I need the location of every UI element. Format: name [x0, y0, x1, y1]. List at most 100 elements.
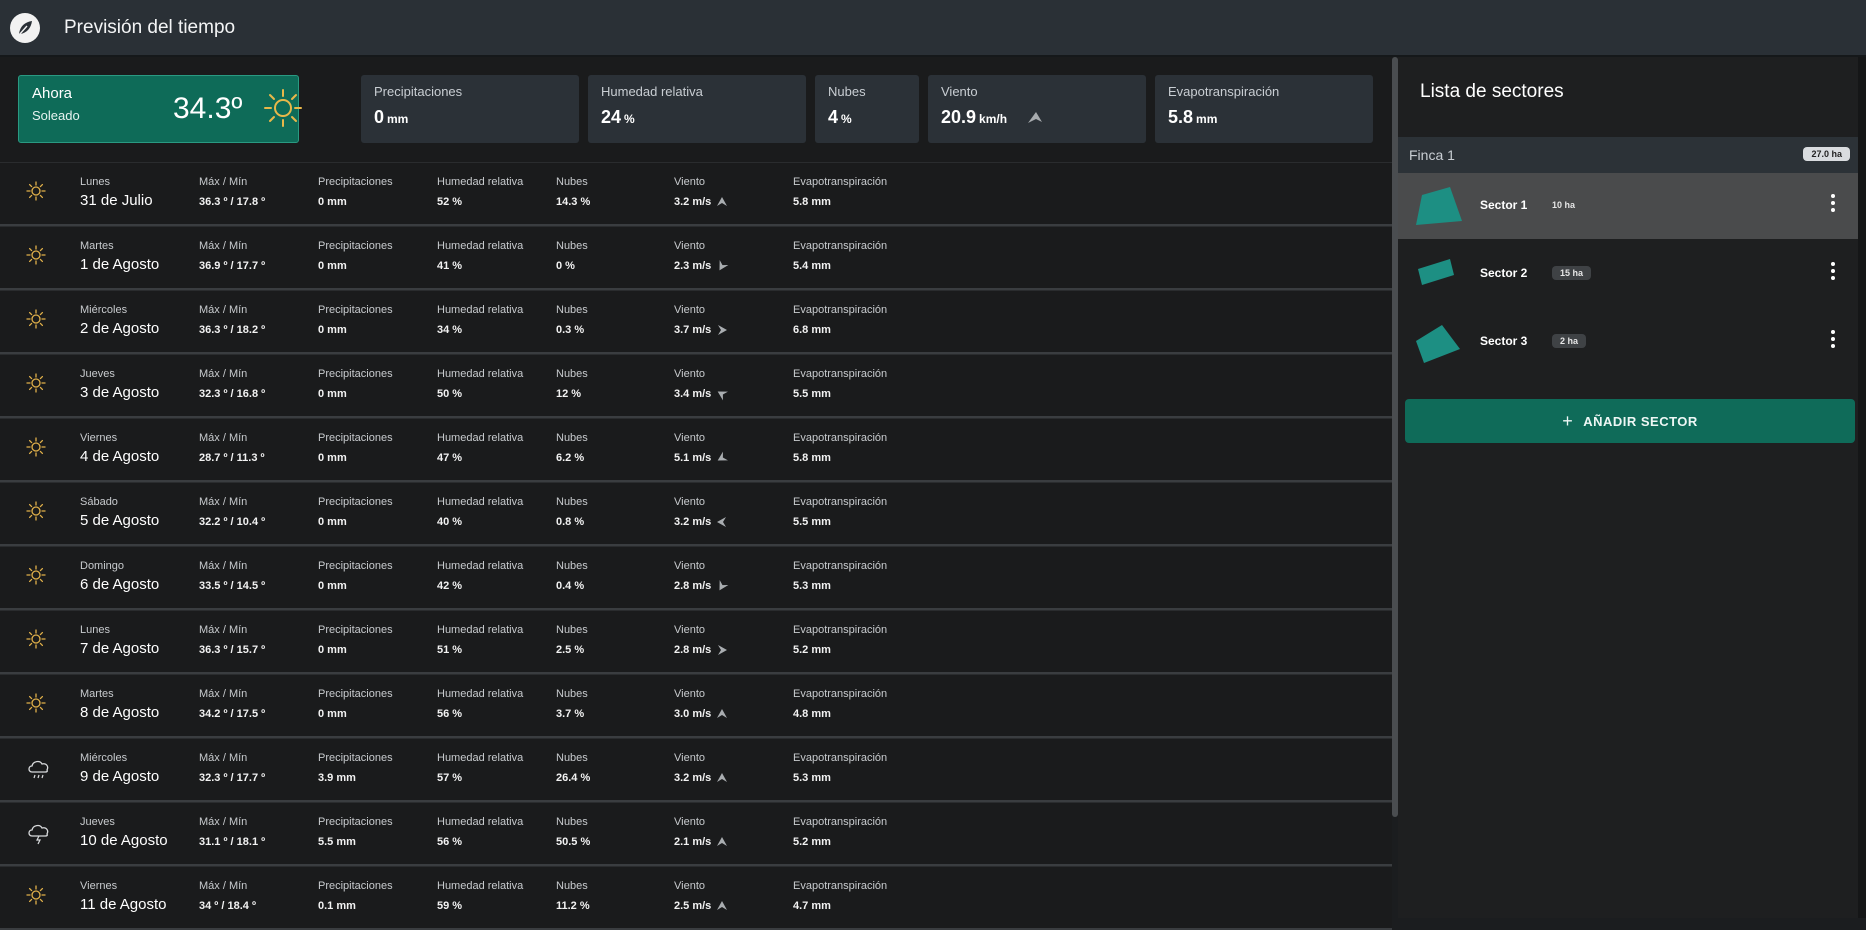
sector-item-1[interactable]: Sector 1 10 ha [1398, 173, 1858, 239]
more-options-icon[interactable] [1830, 193, 1836, 213]
maxmin-value: 32.3 º / 16.8 º [199, 388, 266, 400]
precip-value: 5.5 mm [318, 836, 356, 848]
day-name: Viernes [80, 880, 118, 892]
humidity-cell: Humedad relativa 59 % [437, 880, 523, 912]
wind-value: 3.4 m/s [674, 388, 712, 400]
day-name: Martes [80, 240, 114, 252]
farm-header[interactable]: Finca 1 27.0 ha [1398, 137, 1858, 173]
wind-label: Viento [674, 368, 705, 380]
wind-value: 3.2 m/s [674, 516, 712, 528]
evap-cell: Evapotranspiración 5.2 mm [793, 624, 887, 656]
clouds-value: 12 % [556, 388, 582, 400]
wind-cell: Viento 2.5 m/s [674, 880, 728, 912]
day-cell: Domingo 6 de Agosto [80, 560, 159, 593]
sectors-sidebar: Lista de sectores Finca 1 27.0 ha Sector… [1398, 57, 1866, 918]
precip-card-label: Precipitaciones [374, 84, 463, 99]
maxmin-value: 36.3 º / 17.8 º [199, 196, 266, 208]
humidity-value: 59 % [437, 900, 463, 912]
sun-icon [26, 181, 46, 206]
evap-label: Evapotranspiración [793, 560, 888, 572]
wind-label: Viento [674, 432, 705, 444]
maxmin-cell: Máx / Mín 33.5 º / 14.5 º [199, 560, 265, 592]
humidity-value: 57 % [437, 772, 463, 784]
add-sector-button[interactable]: + AÑADIR SECTOR [1405, 399, 1855, 443]
sector-item-2[interactable]: Sector 2 15 ha [1398, 241, 1858, 307]
precip-cell: Precipitaciones 0 mm [318, 240, 393, 272]
forecast-row[interactable]: Jueves 10 de Agosto Máx / Mín 31.1 º / 18.1… [0, 802, 1392, 866]
humidity-label: Humedad relativa [437, 432, 524, 444]
precip-value: 0 mm [318, 388, 347, 400]
wind-direction-icon [717, 773, 728, 783]
wind-direction-icon [718, 645, 728, 656]
wind-card-label: Viento [941, 84, 978, 99]
precip-label: Precipitaciones [318, 880, 393, 892]
forecast-row[interactable]: Viernes 11 de Agosto Máx / Mín 34 º / 18.4 … [0, 866, 1392, 930]
sector-name: Sector 3 [1480, 334, 1528, 348]
wind-value: 5.1 m/s [674, 452, 712, 464]
day-cell: Viernes 11 de Agosto [80, 880, 166, 913]
day-date: 3 de Agosto [80, 384, 160, 401]
wind-value: 3.0 m/s [674, 708, 712, 720]
maxmin-cell: Máx / Mín 34 º / 18.4 º [199, 880, 256, 912]
forecast-row[interactable]: Domingo 6 de Agosto Máx / Mín 33.5 º / 14.5… [0, 546, 1392, 610]
farm-name: Finca 1 [1409, 147, 1455, 163]
forecast-row[interactable]: Miércoles 9 de Agosto Máx / Mín 32.3 º / 17… [0, 738, 1392, 802]
wind-direction-icon [717, 837, 728, 847]
forecast-panel: Ahora Soleado 34.3º Precipitaciones 0mm [0, 57, 1392, 930]
wind-value: 3.2 m/s [674, 196, 712, 208]
precip-cell: Precipitaciones 0 mm [318, 368, 393, 400]
evap-value: 5.3 mm [793, 580, 831, 592]
wind-card-unit: km/h [979, 112, 1008, 126]
humidity-cell: Humedad relativa 57 % [437, 752, 523, 784]
more-options-icon[interactable] [1830, 329, 1836, 349]
clouds-card-unit: % [841, 112, 852, 126]
maxmin-value: 32.3 º / 17.7 º [199, 772, 266, 784]
day-name: Viernes [80, 432, 118, 444]
wind-label: Viento [674, 240, 705, 252]
wind-direction-icon [717, 901, 728, 911]
clouds-label: Nubes [556, 624, 588, 636]
evap-card-value: 5.8 [1168, 107, 1194, 127]
sector-item-3[interactable]: Sector 3 2 ha [1398, 309, 1858, 375]
farm-area-badge: 27.0 ha [1803, 147, 1850, 161]
forecast-row[interactable]: Martes 1 de Agosto Máx / Mín 36.9 º / 17.7 … [0, 226, 1392, 290]
forecast-row[interactable]: Lunes 7 de Agosto Máx / Mín 36.3 º / 15.7 º… [0, 610, 1392, 674]
forecast-row[interactable]: Miércoles 2 de Agosto Máx / Mín 36.3 º / 18… [0, 290, 1392, 354]
evap-label: Evapotranspiración [793, 304, 888, 316]
maxmin-label: Máx / Mín [199, 624, 248, 636]
current-temperature: 34.3º [173, 92, 243, 125]
precip-cell: Precipitaciones 3.9 mm [318, 752, 393, 784]
clouds-label: Nubes [556, 880, 588, 892]
wind-value: 3.7 m/s [674, 324, 712, 336]
wind-card: Viento 20.9 km/h [928, 75, 1146, 143]
evap-cell: Evapotranspiración 5.8 mm [793, 432, 887, 464]
evap-card: Evapotranspiración 5.8 mm [1155, 75, 1373, 143]
clouds-label: Nubes [556, 176, 588, 188]
forecast-row[interactable]: Jueves 3 de Agosto Máx / Mín 32.3 º / 16.8 … [0, 354, 1392, 418]
leaf-logo-icon[interactable] [10, 12, 40, 43]
evap-value: 5.5 mm [793, 516, 831, 528]
evap-value: 5.4 mm [793, 260, 831, 272]
sun-icon [26, 245, 46, 270]
wind-cell: Viento 3.7 m/s [674, 304, 728, 336]
evap-label: Evapotranspiración [793, 368, 888, 380]
precip-cell: Precipitaciones 0 mm [318, 304, 393, 336]
wind-label: Viento [674, 816, 705, 828]
evap-cell: Evapotranspiración 5.4 mm [793, 240, 887, 272]
evap-cell: Evapotranspiración 4.8 mm [793, 688, 887, 720]
forecast-row[interactable]: Lunes 31 de Julio Máx / Mín 36.3 º / 17.8 º… [0, 162, 1392, 226]
maxmin-cell: Máx / Mín 34.2 º / 17.5 º [199, 688, 265, 720]
day-cell: Viernes 4 de Agosto [80, 432, 159, 465]
day-name: Jueves [80, 816, 115, 828]
precip-cell: Precipitaciones 0 mm [318, 560, 393, 592]
wind-cell: Viento 3.2 m/s [674, 496, 728, 528]
precip-cell: Precipitaciones 0 mm [318, 688, 393, 720]
maxmin-value: 32.2 º / 10.4 º [199, 516, 266, 528]
forecast-row[interactable]: Sábado 5 de Agosto Máx / Mín 32.2 º / 10.4 … [0, 482, 1392, 546]
more-options-icon[interactable] [1830, 261, 1836, 281]
forecast-row[interactable]: Martes 8 de Agosto Máx / Mín 34.2 º / 17.5 … [0, 674, 1392, 738]
evap-card-unit: mm [1196, 112, 1218, 126]
humidity-cell: Humedad relativa 56 % [437, 816, 523, 848]
forecast-row[interactable]: Viernes 4 de Agosto Máx / Mín 28.7 º / 11.3… [0, 418, 1392, 482]
wind-cell: Viento 3.4 m/s [674, 368, 729, 401]
